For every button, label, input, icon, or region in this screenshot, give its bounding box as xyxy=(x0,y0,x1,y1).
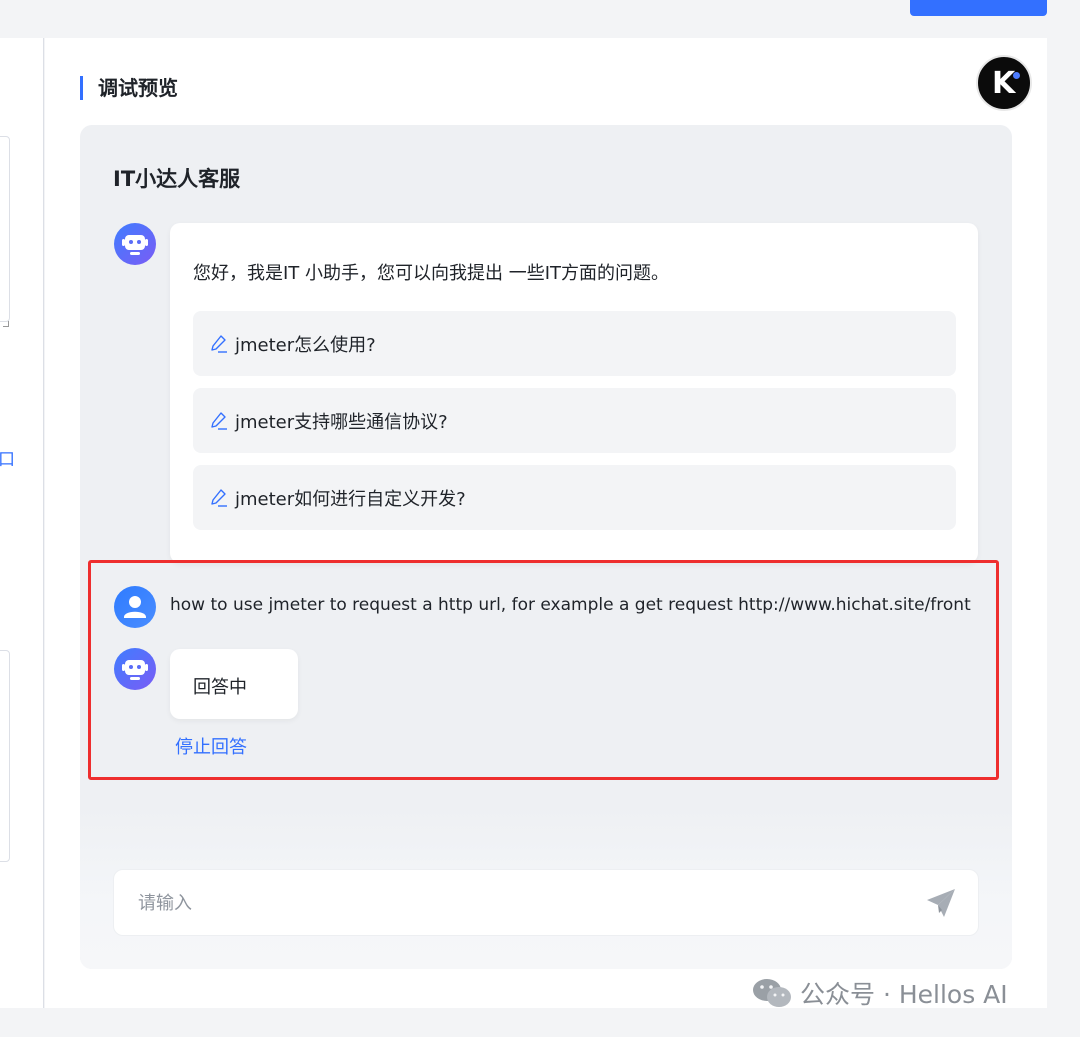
left-textarea[interactable] xyxy=(0,136,10,322)
left-config-panel: 口 xyxy=(0,38,44,1008)
chat-title: IT小达人客服 xyxy=(113,167,241,191)
suggested-question[interactable]: jmeter如何进行自定义开发? xyxy=(193,465,956,530)
send-button[interactable] xyxy=(924,886,958,920)
brand-logo-dot xyxy=(1013,72,1020,79)
chat-input[interactable] xyxy=(138,888,898,918)
pencil-icon xyxy=(211,334,227,353)
suggested-question-label: jmeter支持哪些通信协议? xyxy=(235,411,448,433)
publish-button[interactable] xyxy=(910,0,1047,16)
wechat-icon xyxy=(753,979,791,1007)
watermark: 公众号 · Hellos AI xyxy=(752,975,1008,1011)
resize-handle-icon[interactable] xyxy=(3,321,9,327)
annotation-highlight-box xyxy=(88,560,999,780)
pencil-icon xyxy=(211,488,227,507)
left-link-fragment[interactable]: 口 xyxy=(0,445,15,470)
pencil-icon xyxy=(211,411,227,430)
chat-window: IT小达人客服 您好，我是IT 小助手，您可以向我提出 一些IT方面的问题。 j… xyxy=(80,125,1012,969)
welcome-message: 您好，我是IT 小助手，您可以向我提出 一些IT方面的问题。 xyxy=(193,263,670,284)
suggested-question[interactable]: jmeter支持哪些通信协议? xyxy=(193,388,956,453)
preview-panel: 调试预览 K IT小达人客服 您好，我是IT 小助手，您可以向我提出 一些IT方… xyxy=(45,38,1047,1008)
watermark-text: 公众号 · Hellos AI xyxy=(800,980,1008,1009)
suggested-question-label: jmeter怎么使用? xyxy=(235,334,376,356)
welcome-bubble: 您好，我是IT 小助手，您可以向我提出 一些IT方面的问题。 jmeter怎么使… xyxy=(170,223,978,563)
send-icon xyxy=(927,889,955,917)
suggested-question-label: jmeter如何进行自定义开发? xyxy=(235,488,466,510)
suggested-question[interactable]: jmeter怎么使用? xyxy=(193,311,956,376)
brand-logo: K xyxy=(976,55,1032,111)
robot-icon xyxy=(122,235,148,255)
section-title: 调试预览 xyxy=(80,76,178,100)
chat-input-box[interactable] xyxy=(113,869,979,936)
brand-logo-letter: K xyxy=(992,66,1016,101)
bot-avatar xyxy=(114,223,156,265)
left-textarea-2[interactable] xyxy=(0,650,10,862)
